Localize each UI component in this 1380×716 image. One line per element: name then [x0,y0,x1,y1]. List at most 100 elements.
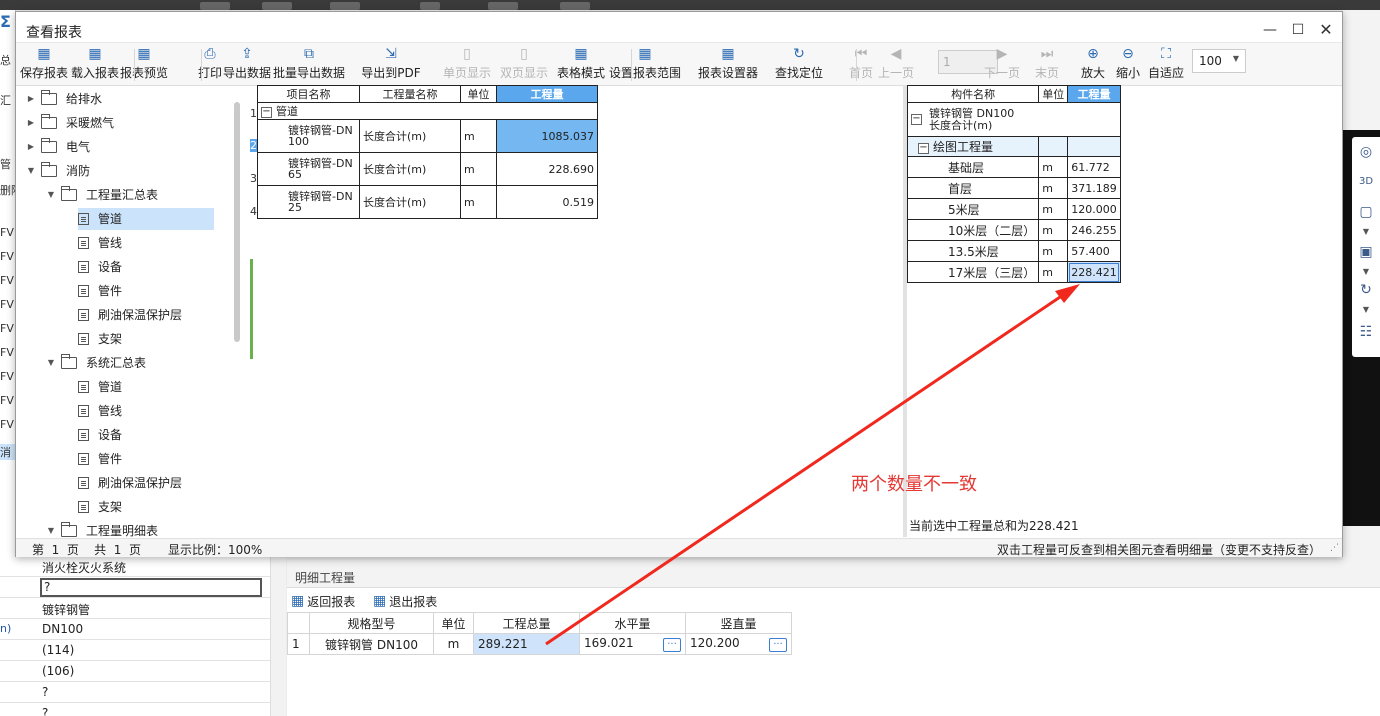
toolbar-button[interactable]: ⇲ 导出到PDF [360,44,422,86]
chevron-down-icon[interactable]: ▼ [46,352,56,374]
detail-cell-spec[interactable]: 镀锌钢管 DN100 [309,633,434,655]
toolbar-button[interactable]: ⊖ 缩小 [1114,44,1142,86]
more-icon[interactable]: ··· [769,638,787,652]
collapse-icon[interactable]: − [911,113,922,125]
quantity-value[interactable]: 371.189 [1067,177,1121,199]
table-row[interactable]: 镀锌钢管-DN 25 长度合计(m) m 0.519 [257,185,598,219]
minimize-icon[interactable]: — [1260,20,1280,40]
property-value[interactable]: 消火栓灭火系统 [42,559,126,576]
toolbar-button[interactable]: ⛶ 自适应 [1146,44,1186,86]
toolbar-button[interactable]: ⇪ 导出数据 [223,44,271,86]
resize-grip-icon[interactable]: ⋰ [1330,543,1339,553]
property-row[interactable]: ? [0,577,270,598]
toolbar-button[interactable]: ⏮ 首页 [847,44,875,86]
collapse-icon[interactable]: − [261,106,272,118]
more-icon[interactable]: ··· [663,638,681,652]
chevron-down-icon[interactable]: ▼ [46,184,56,206]
table-row[interactable]: 1 镀锌钢管 DN100 m 289.221 169.021 ··· 120.20… [287,633,792,655]
header-unit[interactable]: 单位 [1038,85,1069,103]
dialog-title-bar[interactable]: 查看报表 — ☐ ✕ [16,12,1342,42]
chevron-down-icon[interactable]: ▼ [26,160,36,182]
toolbar-button[interactable]: ▦ 报表预览 [119,44,169,86]
toolbar-button[interactable]: ◀ 上一页 [877,44,915,86]
toolbar-button[interactable]: ▶ 下一页 [983,44,1021,86]
header-component-name[interactable]: 构件名称 [906,85,1040,103]
rotate-icon[interactable]: ↻ [1355,279,1377,301]
property-row[interactable]: (106) [0,661,270,682]
dropdown-arrow-icon[interactable]: ▼ [1355,299,1377,321]
property-row[interactable]: (114) [0,640,270,661]
close-icon[interactable]: ✕ [1316,20,1336,40]
toolbar-button[interactable]: ▦ 表格模式 [555,44,607,86]
toolbar-button[interactable]: ▯ 单页显示 [441,44,493,86]
chevron-right-icon[interactable]: ▶ [26,136,36,158]
zoom-select[interactable]: 100 ▼ [1192,49,1246,73]
header-item-name[interactable]: 项目名称 [257,85,360,103]
property-row[interactable]: ? [0,703,270,716]
quantity-value[interactable]: 61.772 [1067,156,1121,178]
property-value[interactable]: ? [42,706,48,716]
toolbar-button[interactable]: ▯ 双页显示 [498,44,550,86]
table-row[interactable]: 5米层 m 120.000 [906,198,1121,220]
dropdown-arrow-icon[interactable]: ▼ [1355,221,1377,243]
quantity-value[interactable]: 228.421 [1067,261,1121,283]
component-group-row[interactable]: 镀锌钢管 DN100 − 长度合计(m) [907,102,1121,137]
group-row[interactable]: − 管道 [257,102,598,120]
property-value[interactable]: ? [40,578,262,597]
detail-cell-vertical[interactable]: 120.200 ··· [685,633,792,655]
tree-item[interactable]: 设备 [78,424,214,446]
table-row[interactable]: 首层 m 371.189 [906,177,1121,199]
property-panel-scrollbar[interactable] [270,556,286,716]
3d-view-icon[interactable]: 3D [1355,171,1377,193]
table-row[interactable]: 基础层 m 61.772 [906,156,1121,178]
maximize-icon[interactable]: ☐ [1288,20,1308,40]
property-value[interactable]: ? [42,685,48,699]
tree-item[interactable]: ▼ 系统汇总表 [46,352,214,374]
tree-item[interactable]: 设备 [78,256,214,278]
property-row[interactable]: 镀锌钢管 [0,598,270,619]
header-quantity[interactable]: 工程量 [1067,85,1121,103]
table-row[interactable]: 镀锌钢管-DN 100 长度合计(m) m 1085.037 [257,119,598,153]
toolbar-button[interactable]: ↻ 查找定位 [773,44,825,86]
exit-report-button[interactable]: ▦ 退出报表 [373,591,437,611]
toolbar-button[interactable]: ▦ 保存报表 [19,44,69,86]
property-row[interactable]: 消火栓灭火系统 [0,556,270,577]
chevron-right-icon[interactable]: ▶ [26,112,36,134]
sub-group-row[interactable]: − 绘图工程量 [906,136,1121,157]
tree-item[interactable]: ▼ 工程量汇总表 [46,184,214,206]
table-row[interactable]: 10米层（二层） m 246.255 [906,219,1121,241]
tree-item[interactable]: 支架 [78,496,214,518]
tree-item[interactable]: ▼ 消防 [26,160,214,182]
tree-item[interactable]: 管件 [78,280,214,302]
tree-item[interactable]: ▶ 采暖燃气 [26,112,214,134]
property-value[interactable]: DN100 [42,622,83,636]
toolbar-button[interactable]: ⏭ 末页 [1033,44,1061,86]
back-to-report-button[interactable]: ▦ 返回报表 [291,591,355,611]
tree-item[interactable]: 刷油保温保护层 [78,472,214,494]
tree-item[interactable]: 管道 [78,376,214,398]
table-row[interactable]: 17米层（三层） m 228.421 [906,261,1121,283]
toolbar-button[interactable]: ⧉ 批量导出数据 [271,44,347,86]
detail-cell-horizontal[interactable]: 169.021 ··· [579,633,686,655]
property-value[interactable]: 镀锌钢管 [42,601,90,618]
tree-item[interactable]: 管线 [78,232,214,254]
chevron-down-icon[interactable]: ▼ [46,520,56,538]
tree-scrollbar[interactable] [234,102,240,342]
tree-item[interactable]: 管道 [78,208,214,230]
toolbar-button[interactable]: ▦ 载入报表 [70,44,120,86]
quantity-value[interactable]: 0.519 [496,185,598,219]
table-row[interactable]: 镀锌钢管-DN 65 长度合计(m) m 228.690 [257,152,598,186]
list-view-icon[interactable]: ☷ [1355,321,1377,343]
tree-item[interactable]: 管线 [78,400,214,422]
toolbar-button[interactable]: ⊕ 放大 [1079,44,1107,86]
table-row[interactable]: 13.5米层 m 57.400 [906,240,1121,262]
quantity-value[interactable]: 120.000 [1067,198,1121,220]
chevron-right-icon[interactable]: ▶ [26,88,36,110]
collapse-icon[interactable]: − [918,142,929,154]
quantity-value[interactable]: 246.255 [1067,219,1121,241]
tree-item[interactable]: ▶ 电气 [26,136,214,158]
header-unit[interactable]: 单位 [460,85,497,103]
tree-item[interactable]: ▶ 给排水 [26,88,214,110]
orbit-icon[interactable]: ◎ [1355,141,1377,163]
toolbar-button[interactable]: ▦ 设置报表范围 [607,44,683,86]
